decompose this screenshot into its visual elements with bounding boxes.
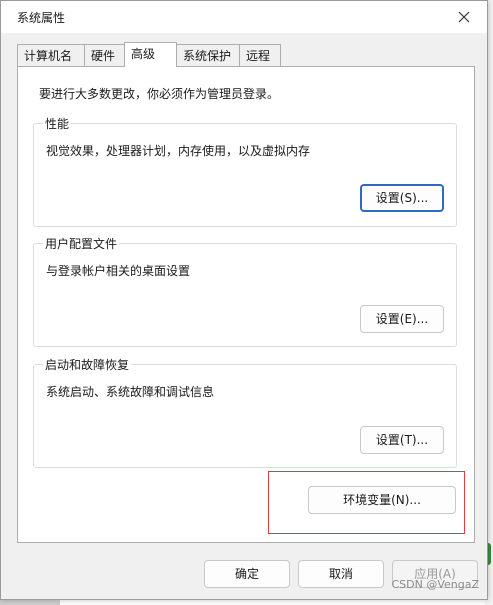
close-icon <box>458 11 470 23</box>
title-bar: 系统属性 <box>1 1 487 33</box>
cancel-button[interactable]: 取消 <box>298 560 384 588</box>
performance-group: 性能 视觉效果，处理器计划，内存使用，以及虚拟内存 设置(S)... <box>33 115 457 227</box>
tab-system-protection[interactable]: 系统保护 <box>176 44 240 66</box>
tab-hardware[interactable]: 硬件 <box>84 44 125 66</box>
startup-recovery-group: 启动和故障恢复 系统启动、系统故障和调试信息 设置(T)... <box>33 356 457 468</box>
admin-notice: 要进行大多数更改，你必须作为管理员登录。 <box>39 87 280 101</box>
startup-recovery-group-label: 启动和故障恢复 <box>43 356 132 373</box>
tab-remote[interactable]: 远程 <box>239 44 281 66</box>
ok-button[interactable]: 确定 <box>204 560 290 588</box>
tab-computer-name[interactable]: 计算机名 <box>17 44 85 66</box>
user-profiles-description: 与登录帐户相关的桌面设置 <box>46 264 191 278</box>
user-profiles-settings-button[interactable]: 设置(E)... <box>360 305 444 333</box>
close-button[interactable] <box>441 1 487 33</box>
performance-description: 视觉效果，处理器计划，内存使用，以及虚拟内存 <box>46 144 311 158</box>
dialog-title: 系统属性 <box>17 11 66 25</box>
user-profiles-group: 用户配置文件 与登录帐户相关的桌面设置 设置(E)... <box>33 235 457 347</box>
performance-settings-button[interactable]: 设置(S)... <box>360 184 444 212</box>
startup-recovery-settings-button[interactable]: 设置(T)... <box>360 426 444 454</box>
performance-group-label: 性能 <box>43 115 72 132</box>
annotation-highlight-box <box>268 471 465 534</box>
startup-recovery-description: 系统启动、系统故障和调试信息 <box>46 385 215 399</box>
tab-advanced[interactable]: 高级 <box>124 42 177 67</box>
csdn-watermark: CSDN @VengaZ <box>391 578 479 591</box>
user-profiles-group-label: 用户配置文件 <box>43 235 120 252</box>
